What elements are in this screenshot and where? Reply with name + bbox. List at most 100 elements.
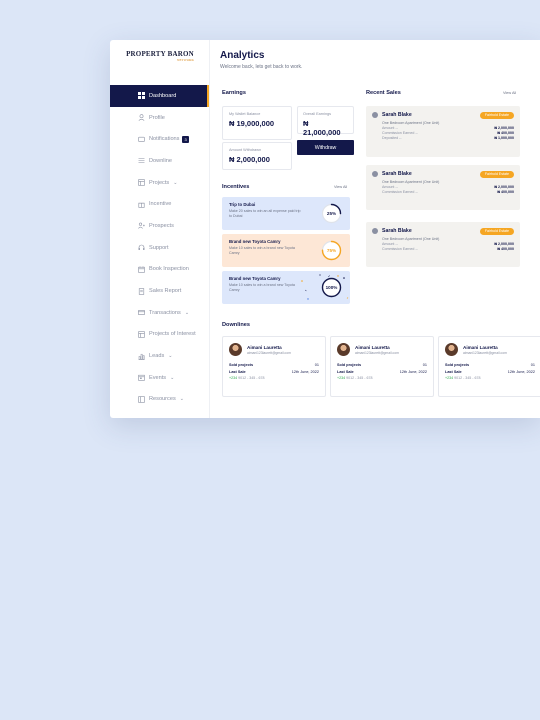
downline-email: aimani123laurett@gmail.com <box>247 350 291 355</box>
sale-row: Deposited -- ₦ 1,000,000 <box>372 136 514 140</box>
sidebar-item-book-inspection[interactable]: Book Inspection <box>110 259 210 281</box>
gear-icon <box>372 171 378 177</box>
incentive-description: Make 10 sales to win a brand new Toyota … <box>229 246 295 255</box>
sidebar-item-transactions[interactable]: Transactions ⌄ <box>110 302 210 324</box>
event-icon <box>138 374 145 381</box>
incentive-card[interactable]: Trip to Dubai Make 20 sales to win an al… <box>222 197 350 230</box>
sidebar-item-prospects[interactable]: Prospects <box>110 215 210 237</box>
incentives-view-all-link[interactable]: View All <box>334 185 347 189</box>
incentive-card[interactable]: Brand new Toyota Camry Make 10 sales to … <box>222 271 350 304</box>
sidebar-item-leads[interactable]: Leads ⌄ <box>110 345 210 367</box>
sale-row: Amount -- ₦ 2,000,000 <box>372 126 514 130</box>
sale-row-label: Amount -- <box>382 185 398 189</box>
sidebar-item-projects-of-interest[interactable]: Projects of Interest <box>110 324 210 346</box>
sale-row-value: ₦ 1,000,000 <box>494 136 514 140</box>
downline-email: aimani123laurett@gmail.com <box>355 350 399 355</box>
sale-row-label: Commission Earned -- <box>382 190 418 194</box>
downline-name: Aimani Lauretta <box>463 344 498 350</box>
sidebar: PROPERTY BARON NETWORK Dashboard Profile… <box>110 40 210 418</box>
incentives-title: Incentives <box>222 184 250 190</box>
sale-row: Commission Earned -- ₦ 400,000 <box>372 190 514 194</box>
sidebar-item-label: Sales Report <box>149 288 182 295</box>
calendar-icon <box>138 266 145 273</box>
incentive-card[interactable]: Brand new Toyota Camry Make 10 sales to … <box>222 234 350 267</box>
phone-number: 9012 - 345 - 678 <box>454 376 481 380</box>
wallet-balance-card: My Wallet Balance ₦ 19,000,000 <box>222 106 292 140</box>
sale-row: Commission Earned -- ₦ 400,000 <box>372 247 514 251</box>
brand-logo[interactable]: PROPERTY BARON NETWORK <box>120 50 200 62</box>
gift-icon <box>138 201 145 208</box>
sale-row-value: ₦ 400,000 <box>497 247 514 251</box>
chevron-down-icon: ⌄ <box>173 179 178 186</box>
sale-row-label: Amount -- <box>382 126 398 130</box>
wallet-balance-value: ₦ 19,000,000 <box>229 119 275 128</box>
sidebar-item-downline[interactable]: Downline <box>110 150 210 172</box>
phone-number: 9012 - 345 - 678 <box>346 376 373 380</box>
sale-card[interactable]: Sarah Blake Fairhold Estate One Bedroom A… <box>366 106 520 157</box>
sidebar-item-label: Notifications <box>149 136 180 143</box>
estate-tag: Fairhold Estate <box>479 111 514 119</box>
sale-row-label: Commission Earned -- <box>382 247 418 251</box>
estate-tag: Fairhold Estate <box>479 227 514 235</box>
app-window: PROPERTY BARON NETWORK Dashboard Profile… <box>110 40 540 418</box>
bell-icon <box>138 136 145 143</box>
sidebar-item-label: Leads <box>149 353 165 360</box>
sidebar-item-incentive[interactable]: Incentive <box>110 193 210 215</box>
sale-property: One Bedroom Apartment (One Unit) <box>382 180 440 184</box>
progress-percent: 100% <box>325 285 338 290</box>
downline-card[interactable]: Aimani Lauretta aimani123laurett@gmail.co… <box>330 336 434 397</box>
downline-card[interactable]: Aimani Lauretta aimani123laurett@gmail.co… <box>222 336 326 397</box>
avatar <box>229 343 242 356</box>
sidebar-item-resources[interactable]: Resources ⌄ <box>110 389 210 411</box>
chevron-down-icon: ⌄ <box>170 374 175 381</box>
sidebar-item-label: Support <box>149 244 169 251</box>
incentive-description: Make 10 sales to win a brand new Toyota … <box>229 283 295 292</box>
chevron-down-icon: ⌄ <box>179 396 184 403</box>
chevron-down-icon: ⌄ <box>168 353 173 360</box>
sale-customer-name: Sarah Blake <box>382 228 412 234</box>
estate-tag: Fairhold Estate <box>479 170 514 178</box>
sidebar-item-label: Projects <box>149 179 170 186</box>
last-sale-label: Last Sale <box>229 370 246 374</box>
sidebar-item-projects[interactable]: Projects ⌄ <box>110 172 210 194</box>
sidebar-item-profile[interactable]: Profile <box>110 107 210 129</box>
sidebar-item-label: Projects of Interest <box>149 331 196 338</box>
sidebar-item-label: Book Inspection <box>149 266 189 273</box>
phone-country-code: +234 <box>337 376 346 380</box>
last-sale-label: Last Sale <box>337 370 354 374</box>
sidebar-item-label: Events <box>149 374 167 381</box>
downline-name: Aimani Lauretta <box>355 344 390 350</box>
last-sale-value: 12th June, 2022 <box>399 370 427 374</box>
downline-card[interactable]: Aimani Lauretta aimani123laurett@gmail.co… <box>438 336 540 397</box>
avatar <box>337 343 350 356</box>
card-icon <box>138 309 145 316</box>
document-icon <box>138 287 145 295</box>
sale-card[interactable]: Sarah Blake Fairhold Estate One Bedroom A… <box>366 165 520 210</box>
sale-row-label: Commission Earned -- <box>382 131 418 135</box>
brand-sub: NETWORK <box>177 58 194 62</box>
phone-country-code: +234 <box>445 376 454 380</box>
amount-withdrawn-card: Amount Withdrawn ₦ 2,000,000 <box>222 142 292 170</box>
downline-name: Aimani Lauretta <box>247 344 282 350</box>
sidebar-item-sales-report[interactable]: Sales Report <box>110 280 210 302</box>
withdraw-button[interactable]: Withdraw <box>297 140 354 155</box>
sidebar-item-label: Resources <box>149 396 176 403</box>
sale-row: Commission Earned -- ₦ 400,000 <box>372 131 514 135</box>
downlines-title: Downlines <box>222 322 250 328</box>
progress-ring: 100% <box>321 277 342 298</box>
sidebar-item-support[interactable]: Support <box>110 237 210 259</box>
progress-percent: 25% <box>326 211 337 216</box>
sidebar-item-notifications[interactable]: Notifications 3 <box>110 128 210 150</box>
sidebar-item-label: Incentive <box>149 201 172 208</box>
sidebar-item-events[interactable]: Events ⌄ <box>110 367 210 389</box>
sidebar-item-label: Transactions <box>149 309 181 316</box>
sale-row-value: ₦ 400,000 <box>497 131 514 135</box>
sale-customer-name: Sarah Blake <box>382 112 412 118</box>
bookmark-icon <box>138 331 145 338</box>
sidebar-item-dashboard[interactable]: Dashboard <box>110 85 209 107</box>
recent-sales-view-all-link[interactable]: View All <box>503 91 516 95</box>
progress-ring: 75% <box>321 240 342 261</box>
sale-card[interactable]: Sarah Blake Fairhold Estate One Bedroom A… <box>366 222 520 267</box>
sold-projects-value: 01 <box>530 363 535 367</box>
page-title: Analytics <box>220 50 265 61</box>
